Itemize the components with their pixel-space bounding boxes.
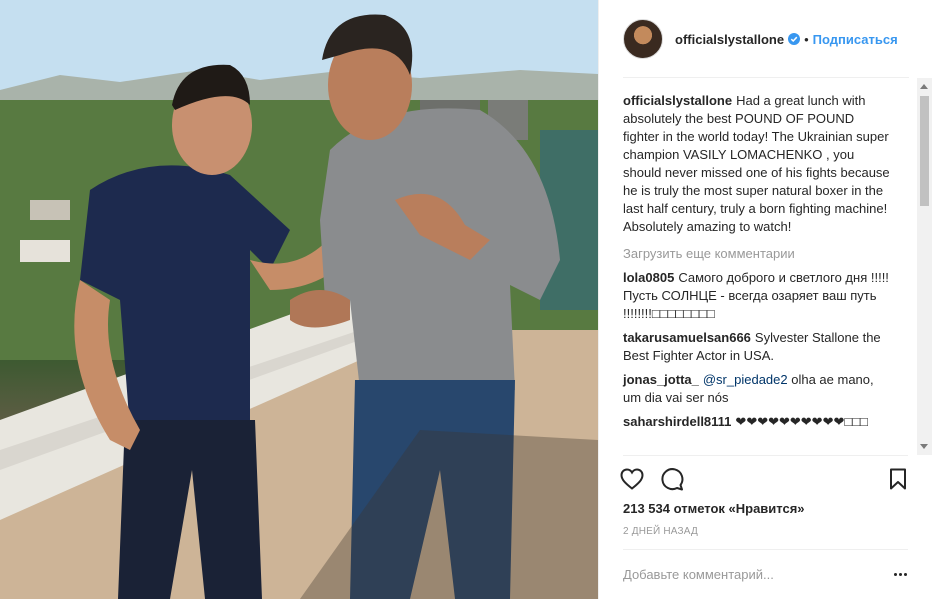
comment-username[interactable]: saharshirdell8111 bbox=[623, 414, 731, 429]
actions-divider bbox=[623, 455, 908, 456]
post-timestamp[interactable]: 2 ДНЕЙ НАЗАД bbox=[623, 525, 698, 539]
like-button[interactable] bbox=[619, 466, 645, 492]
comment-item: lola0805 Самого доброго и светлого дня !!… bbox=[623, 269, 893, 323]
ellipsis-icon bbox=[893, 572, 897, 576]
caption-username[interactable]: officialslystallone bbox=[623, 93, 732, 108]
ellipsis-icon-dot bbox=[898, 572, 902, 576]
photo-illustration bbox=[0, 0, 598, 599]
more-options-button[interactable] bbox=[892, 566, 908, 582]
scroll-down-icon[interactable] bbox=[920, 444, 928, 449]
action-bar bbox=[620, 466, 911, 492]
comment-mention[interactable]: @sr_piedade2 bbox=[703, 372, 788, 387]
comments-list[interactable]: officialslystallone Had a great lunch wit… bbox=[599, 78, 932, 455]
comment-text: ❤❤❤❤❤❤❤❤❤❤□□□ bbox=[735, 414, 868, 429]
scroll-thumb[interactable] bbox=[920, 96, 929, 206]
comment-username[interactable]: lola0805 bbox=[623, 270, 674, 285]
verified-badge-icon bbox=[788, 33, 801, 45]
comment-username[interactable]: jonas_jotta_ bbox=[623, 372, 699, 387]
post-sidebar: officialslystallone • Подписаться offici… bbox=[598, 0, 932, 599]
comment-item: jonas_jotta_ @sr_piedade2 olha ae mano, u… bbox=[623, 371, 893, 407]
caption-text: Had a great lunch with absolutely the be… bbox=[623, 93, 890, 234]
scroll-up-icon[interactable] bbox=[920, 84, 928, 89]
add-comment-divider bbox=[623, 549, 908, 550]
likes-count[interactable]: 213 534 отметок «Нравится» bbox=[623, 501, 805, 517]
add-comment-input[interactable] bbox=[623, 560, 873, 588]
separator-dot: • bbox=[804, 31, 809, 47]
comment-username[interactable]: takarusamuelsan666 bbox=[623, 330, 751, 345]
comments-scrollbar[interactable] bbox=[917, 78, 932, 455]
header-username[interactable]: officialslystallone bbox=[675, 32, 784, 47]
avatar[interactable] bbox=[623, 19, 663, 59]
speech-bubble-icon bbox=[661, 468, 684, 491]
instagram-post: officialslystallone • Подписаться offici… bbox=[0, 0, 932, 599]
follow-button[interactable]: Подписаться bbox=[813, 32, 898, 47]
heart-icon bbox=[620, 468, 644, 490]
save-button[interactable] bbox=[885, 466, 911, 492]
ellipsis-icon-dot bbox=[903, 572, 907, 576]
post-header: officialslystallone • Подписаться bbox=[599, 0, 932, 78]
post-photo[interactable] bbox=[0, 0, 598, 599]
load-more-comments[interactable]: Загрузить еще комментарии bbox=[623, 245, 893, 263]
comment-item: saharshirdell8111 ❤❤❤❤❤❤❤❤❤❤□□□ bbox=[623, 413, 893, 431]
comment-button[interactable] bbox=[659, 466, 685, 492]
post-caption: officialslystallone Had a great lunch wit… bbox=[623, 92, 893, 236]
comment-item: takarusamuelsan666 Sylvester Stallone the… bbox=[623, 329, 893, 365]
bookmark-icon bbox=[890, 468, 906, 490]
